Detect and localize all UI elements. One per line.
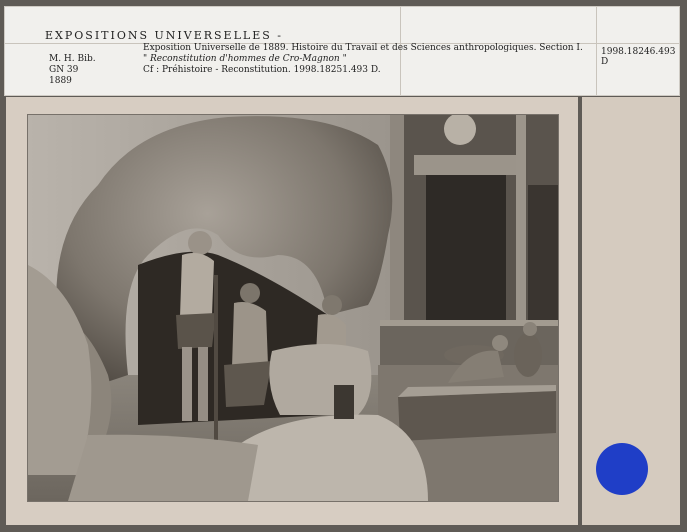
meta-shelfmark: GN 39 [49, 65, 79, 75]
description-line-1: Exposition Universelle de 1889. Histoire… [143, 43, 583, 53]
catalogue-label: EXPOSITIONS UNIVERSELLES - 1998.18246.49… [4, 6, 680, 96]
blue-sticker-dot [596, 443, 648, 495]
label-divider-vertical-2 [596, 7, 597, 95]
series-title: EXPOSITIONS UNIVERSELLES - [45, 29, 283, 42]
archival-photograph [27, 114, 559, 502]
catalogue-number: 1998.18246.493 D [601, 47, 676, 67]
description-line-2: " Reconstitution d'hommes de Cro-Magnon … [143, 54, 347, 64]
meta-collection: M. H. Bib. [49, 54, 96, 64]
description-line-3: Cf : Préhistoire - Reconstitution. 1998.… [143, 65, 381, 75]
meta-year: 1889 [49, 76, 72, 86]
diorama-illustration [28, 115, 558, 501]
